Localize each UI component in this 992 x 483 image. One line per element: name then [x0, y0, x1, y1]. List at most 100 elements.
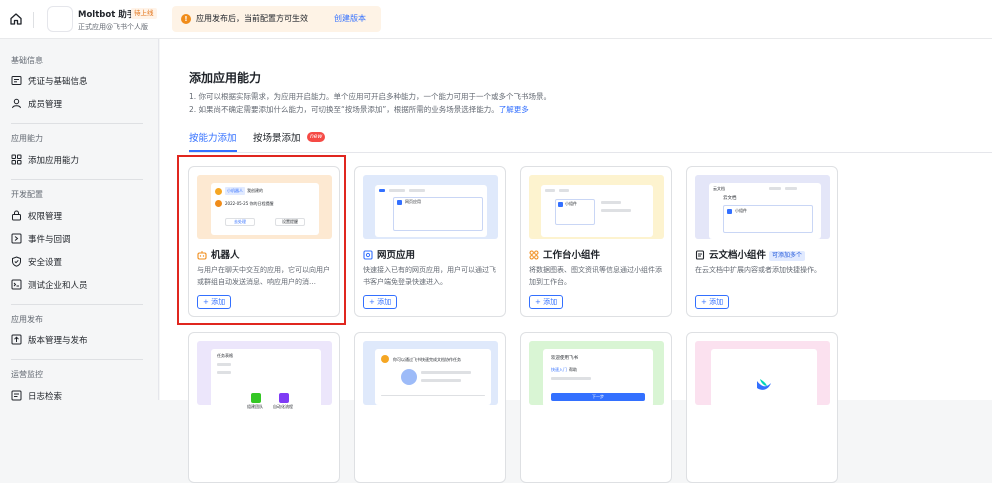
sidebar-item-test-tenant[interactable]: 测试企业和人员 — [11, 276, 151, 296]
card-preview-image — [695, 341, 830, 407]
sidebar-item-label: 成员管理 — [28, 100, 63, 110]
home-icon[interactable] — [9, 12, 23, 26]
sidebar-item-label: 测试企业和人员 — [28, 281, 88, 291]
doc-preview-widget: 小组件 — [735, 208, 747, 213]
user-icon — [12, 98, 21, 109]
doc-preview-title: 云文档 — [723, 196, 737, 201]
card-title: 网页应用 — [363, 247, 415, 261]
sidebar-item-credentials[interactable]: 凭证与基础信息 — [11, 72, 151, 92]
add-widget-button[interactable]: + 添加 — [529, 295, 564, 309]
page-title: 添加应用能力 — [189, 71, 262, 85]
sidebar-item-members[interactable]: 成员管理 — [11, 95, 151, 115]
sidebar-group-dev: 开发配置 — [11, 190, 43, 199]
document-icon — [695, 249, 705, 260]
sidebar-item-logs[interactable]: 日志检索 — [11, 387, 151, 407]
card-preview-image: 欢迎使用飞书 快速入门 帮助 下一步 — [529, 341, 664, 407]
sidebar-group-ops: 运营监控 — [11, 370, 43, 379]
card-title: 云文档小组件 可添加多个 — [695, 247, 806, 261]
capability-card-row2-2[interactable]: 你可以通过飞书快速完成文档协作任务 — [354, 332, 506, 483]
description-text: 2. 如果尚不确定需要添加什么能力，可切换至“按场景添加”，根据所需的业务场景选… — [189, 105, 499, 114]
sidebar-item-security[interactable]: 安全设置 — [11, 253, 151, 273]
card-description: 将数据图表、图文资讯等信息通过小组件添加到工作台。 — [529, 266, 662, 286]
card-preview-image: 你可以通过飞书快速完成文档协作任务 — [363, 341, 498, 405]
capability-card-doc-widget[interactable]: 云文档 云文档 小组件 云文档小组件 可添加多个 在云文档中扩展内容或者添加快捷操… — [686, 166, 838, 317]
sidebar-divider — [11, 359, 143, 360]
preview-tab: 帮助 — [569, 367, 577, 372]
publish-notice: ! 应用发布后，当前配置方可生效 创建版本 — [172, 6, 381, 32]
card-title-text: 网页应用 — [377, 250, 416, 261]
sidebar-item-label: 版本管理与发布 — [28, 336, 88, 346]
webpage-icon — [363, 249, 373, 260]
new-badge: new — [307, 132, 326, 142]
notice-text: 应用发布后，当前配置方可生效 — [196, 14, 308, 23]
sidebar-group-release: 应用发布 — [11, 315, 43, 324]
warning-icon: ! — [181, 14, 191, 24]
web-preview-label: 网页应用 — [405, 199, 421, 204]
sidebar-item-permissions[interactable]: 权限管理 — [11, 207, 151, 227]
add-doc-widget-button[interactable]: + 添加 — [695, 295, 730, 309]
event-icon — [11, 233, 22, 244]
preview-text: 你可以通过飞书快速完成文档协作任务 — [393, 357, 461, 362]
learn-more-link[interactable]: 了解更多 — [499, 105, 529, 114]
card-title: 工作台小组件 — [529, 247, 600, 261]
widget-preview-image: 小组件 — [529, 175, 664, 239]
sidebar: 基础信息 凭证与基础信息 成员管理 应用能力 添加应用能力 开发配置 权限管理 … — [0, 39, 159, 402]
sidebar-group-basic: 基础信息 — [11, 56, 43, 65]
grid-plus-icon — [11, 154, 22, 165]
description-line-1: 1. 你可以根据实际需求，为应用开启能力。单个应用可开启多种能力，一个能力可用于… — [189, 92, 552, 101]
id-card-icon — [11, 76, 22, 85]
sidebar-divider — [11, 304, 143, 305]
preview-title: 欢迎使用飞书 — [551, 356, 578, 361]
feishu-logo-icon — [757, 379, 771, 390]
lock-icon — [12, 210, 21, 221]
create-version-link[interactable]: 创建版本 — [334, 13, 366, 24]
capability-card-row2-4[interactable] — [686, 332, 838, 483]
sidebar-item-label: 权限管理 — [28, 212, 63, 222]
capability-card-web-app[interactable]: 网页应用 网页应用 快速接入已有的网页应用，用户可以通过飞书客户端免登录快速进入… — [354, 166, 506, 317]
web-app-preview-image: 网页应用 — [363, 175, 498, 239]
preview-button: 组建团队 — [247, 404, 263, 409]
preview-button: 自动化流程 — [273, 404, 293, 409]
add-web-app-button[interactable]: + 添加 — [363, 295, 398, 309]
capability-card-row2-1[interactable]: 任务表格 组建团队 自动化流程 — [188, 332, 340, 483]
doc-widget-preview-image: 云文档 云文档 小组件 — [695, 175, 830, 239]
sidebar-item-label: 安全设置 — [28, 258, 63, 268]
description-line-2: 2. 如果尚不确定需要添加什么能力，可切换至“按场景添加”，根据所需的业务场景选… — [189, 104, 529, 115]
tabs-divider — [189, 152, 992, 153]
status-badge: 待上线 — [131, 8, 157, 19]
sidebar-item-label: 凭证与基础信息 — [28, 77, 88, 87]
card-description: 在云文档中扩展内容或者添加快捷操作。 — [695, 266, 821, 274]
card-title-text: 云文档小组件 — [709, 250, 767, 261]
preview-title: 任务表格 — [217, 353, 233, 358]
capability-card-row2-3[interactable]: 欢迎使用飞书 快速入门 帮助 下一步 — [520, 332, 672, 483]
sidebar-divider — [11, 123, 143, 124]
test-icon — [11, 279, 22, 290]
top-bar: Moltbot 助手 待上线 正式应用@飞书个人版 ! 应用发布后，当前配置方可… — [0, 0, 992, 39]
divider — [33, 12, 34, 28]
app-subtitle: 正式应用@飞书个人版 — [78, 23, 148, 31]
card-description: 快速接入已有的网页应用，用户可以通过飞书客户端免登录快速进入。 — [363, 266, 496, 286]
sidebar-item-events[interactable]: 事件与回调 — [11, 230, 151, 250]
highlight-box — [177, 155, 346, 325]
widget-grid-icon — [529, 250, 539, 260]
card-title-text: 工作台小组件 — [543, 250, 601, 261]
card-preview-image: 任务表格 组建团队 自动化流程 — [197, 341, 332, 409]
upload-icon — [11, 334, 22, 345]
doc-preview-label: 云文档 — [713, 186, 725, 191]
log-icon — [11, 390, 22, 401]
preview-tab: 快速入门 — [551, 367, 567, 372]
sidebar-group-capability: 应用能力 — [11, 134, 43, 143]
sidebar-item-add-capability[interactable]: 添加应用能力 — [11, 151, 151, 171]
sidebar-item-label: 事件与回调 — [28, 235, 71, 245]
shield-icon — [12, 256, 21, 267]
tab-by-capability[interactable]: 按能力添加 — [189, 130, 237, 144]
multi-add-tag: 可添加多个 — [769, 250, 806, 261]
tab-by-scenario[interactable]: 按场景添加 — [253, 130, 301, 144]
widget-preview-label: 小组件 — [565, 201, 577, 206]
sidebar-item-label: 添加应用能力 — [28, 156, 80, 166]
app-logo — [47, 6, 73, 32]
sidebar-item-versions[interactable]: 版本管理与发布 — [11, 331, 151, 351]
sidebar-divider — [11, 179, 143, 180]
capability-card-workbench-widget[interactable]: 小组件 工作台小组件 将数据图表、图文资讯等信息通过小组件添加到工作台。 + 添… — [520, 166, 672, 317]
sidebar-item-label: 日志检索 — [28, 392, 63, 402]
